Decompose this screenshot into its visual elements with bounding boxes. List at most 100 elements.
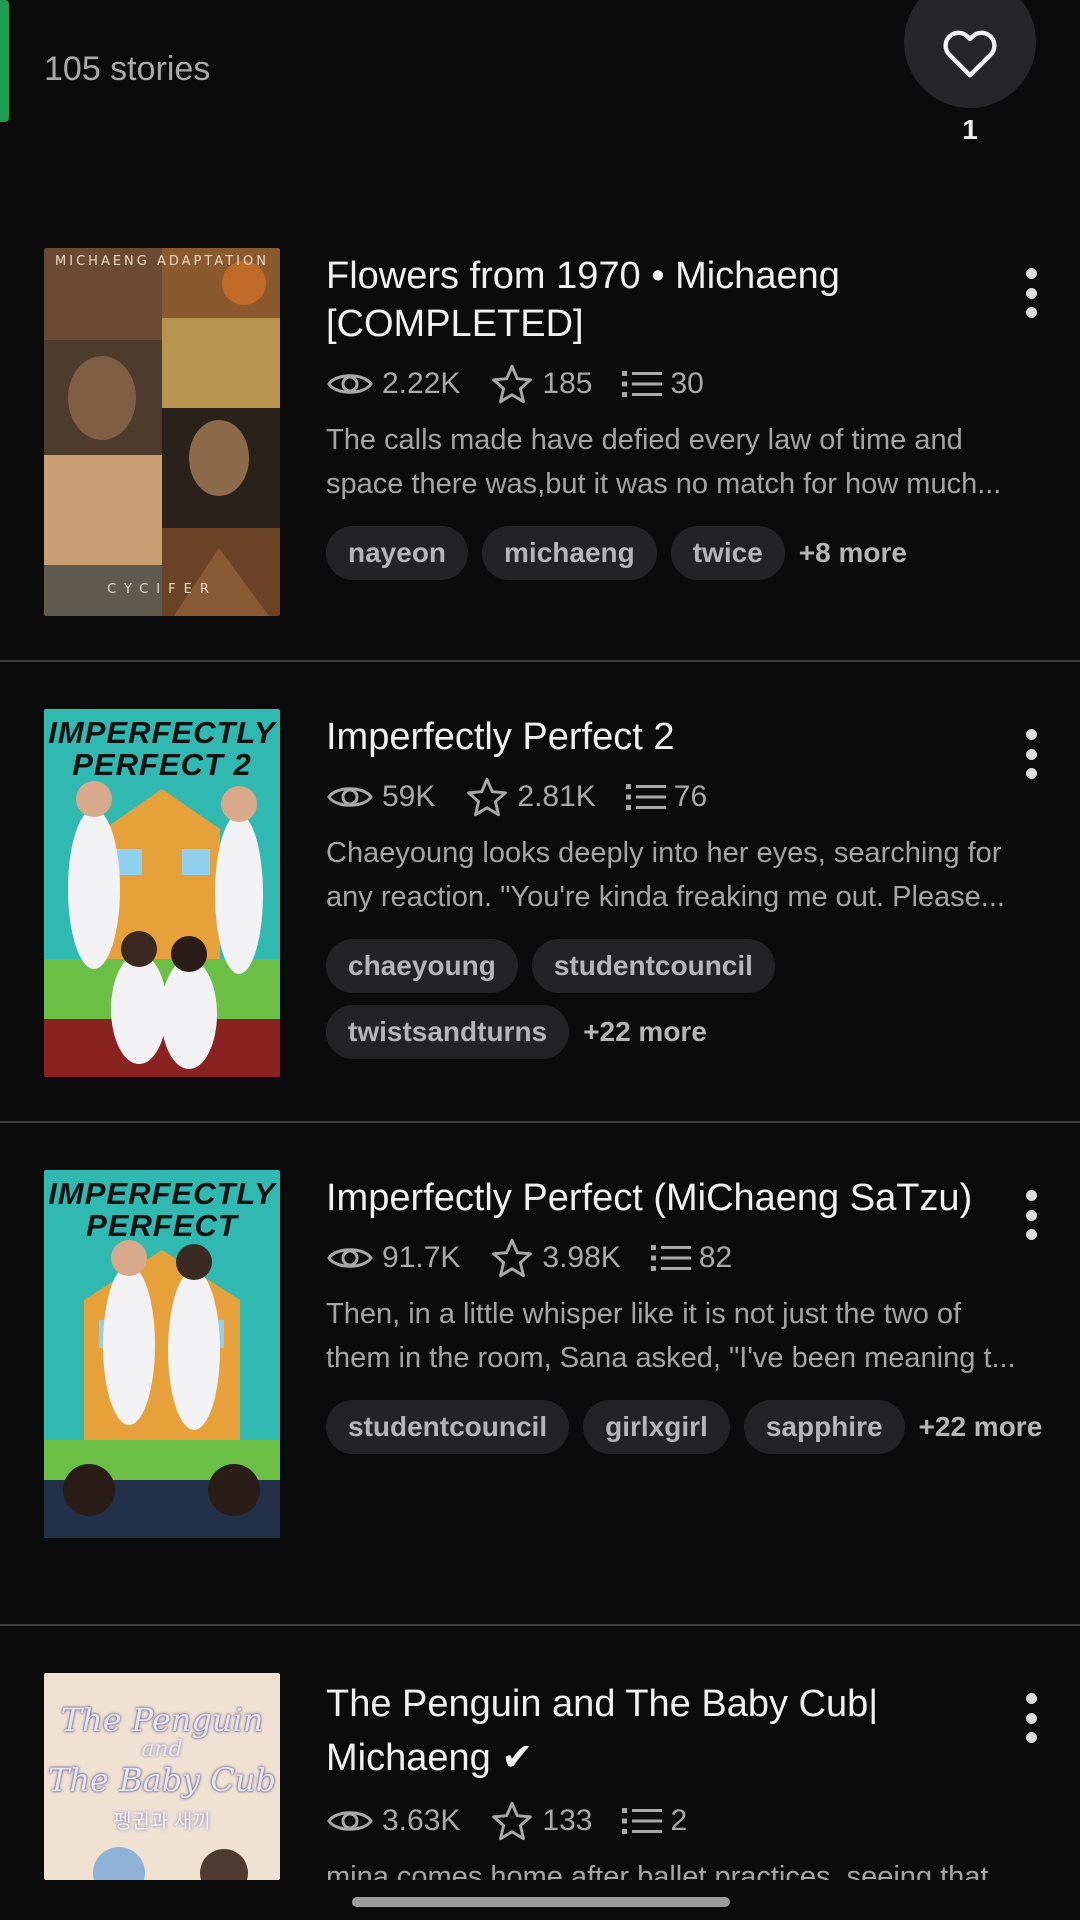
votes-count: 133: [542, 1804, 593, 1837]
votes-count: 185: [542, 367, 593, 400]
divider: [0, 1624, 1080, 1626]
list-icon: [622, 1808, 663, 1834]
parts-count: 30: [670, 367, 704, 400]
parts-stat: 2: [622, 1804, 687, 1838]
tag-chip[interactable]: girlxgirl: [583, 1400, 730, 1454]
eye-icon: [327, 374, 373, 394]
views-count: 91.7K: [382, 1241, 461, 1274]
tag-chip[interactable]: twice: [670, 526, 785, 580]
cover-title-line: IMPERFECTLY: [48, 1176, 276, 1211]
tag-chip[interactable]: michaeng: [482, 526, 657, 580]
cover-top-text: MICHAENG ADAPTATION: [55, 254, 269, 269]
story-stats: 59K 2.81K 76: [326, 775, 1036, 819]
list-icon: [622, 371, 663, 397]
story-title[interactable]: Flowers from 1970 • Michaeng [COMPLETED]: [326, 252, 1036, 348]
cover-title-line: The Baby Cub: [48, 1761, 276, 1799]
parts-stat: 76: [625, 780, 708, 814]
story-title[interactable]: The Penguin and The Baby Cub| Michaeng ✔: [326, 1677, 1036, 1785]
story-info: Imperfectly Perfect 2 59K 2.81K 76 Chaey…: [326, 709, 1036, 1071]
description-line: Then, in a little whisper like it is not…: [326, 1298, 962, 1330]
tag-chip[interactable]: twistsandturns: [326, 1005, 570, 1059]
cover-title-line: IMPERFECTLY: [48, 715, 276, 750]
star-icon: [492, 1801, 533, 1841]
story-info: Imperfectly Perfect (MiChaeng SaTzu) 91.…: [326, 1170, 1042, 1466]
story-count: 105 stories: [44, 50, 211, 88]
story-tags: chaeyoung studentcouncil twistsandturns …: [326, 939, 1046, 1071]
votes-stat: 185: [490, 363, 592, 405]
views-count: 2.22K: [382, 367, 461, 400]
star-icon: [467, 777, 508, 817]
votes-count: 3.98K: [542, 1241, 621, 1274]
story-description: Chaeyoung looks deeply into her eyes, se…: [326, 831, 1036, 919]
divider: [0, 660, 1080, 662]
list-icon: [625, 784, 666, 810]
more-vert-icon[interactable]: [1016, 729, 1046, 779]
description-line: The calls made have defied every law of …: [326, 424, 963, 456]
home-indicator[interactable]: [352, 1897, 730, 1907]
story-tags: nayeon michaeng twice +8 more: [326, 526, 1046, 592]
tag-chip[interactable]: studentcouncil: [326, 1400, 570, 1454]
tag-chip[interactable]: sapphire: [743, 1400, 905, 1454]
story-title[interactable]: Imperfectly Perfect 2: [326, 713, 1036, 761]
views-stat: 2.22K: [326, 367, 460, 401]
views-count: 3.63K: [382, 1804, 461, 1837]
story-cover[interactable]: IMPERFECTLY PERFECT 2: [44, 709, 280, 1077]
divider: [0, 1121, 1080, 1123]
heart-icon: [943, 30, 997, 78]
story-cover[interactable]: The Penguin and The Baby Cub 펭귄과 새끼: [44, 1673, 280, 1880]
like-count: 1: [962, 114, 978, 145]
parts-stat: 82: [650, 1241, 733, 1275]
views-stat: 3.63K: [326, 1804, 460, 1838]
votes-count: 2.81K: [517, 780, 596, 813]
story-stats: 3.63K 133 2: [326, 1799, 1036, 1843]
cover-bottom-text: CYCIFER: [107, 582, 217, 597]
votes-stat: 2.81K: [465, 776, 596, 818]
votes-stat: 133: [490, 1800, 592, 1842]
story-description: The calls made have defied every law of …: [326, 418, 1036, 506]
views-count: 59K: [382, 780, 436, 813]
like-control: 1: [904, 0, 1036, 146]
description-line: Chaeyoung looks deeply into her eyes, se…: [326, 837, 1002, 869]
parts-count: 2: [670, 1804, 688, 1837]
cover-title-line: PERFECT: [86, 1208, 238, 1243]
more-vert-icon[interactable]: [1016, 268, 1046, 318]
star-icon: [492, 1238, 533, 1278]
parts-count: 82: [698, 1241, 733, 1274]
more-vert-icon[interactable]: [1016, 1693, 1046, 1743]
more-tags-link[interactable]: +8 more: [799, 526, 907, 580]
cover-title-line: PERFECT 2: [72, 747, 252, 782]
more-tags-link[interactable]: +22 more: [583, 1005, 707, 1059]
description-line: space there was,but it was no match for …: [326, 468, 1002, 500]
more-tags-link[interactable]: +22 more: [919, 1400, 1043, 1454]
story-info: The Penguin and The Baby Cub| Michaeng ✔…: [326, 1673, 1036, 1899]
story-cover[interactable]: IMPERFECTLY PERFECT: [44, 1170, 280, 1538]
views-stat: 91.7K: [326, 1241, 460, 1275]
tag-chip[interactable]: nayeon: [326, 526, 469, 580]
description-line: them in the room, Sana asked, "I've been…: [326, 1342, 1016, 1374]
votes-stat: 3.98K: [490, 1237, 621, 1279]
story-stats: 2.22K 185 30: [326, 362, 1036, 406]
more-vert-icon[interactable]: [1016, 1190, 1046, 1240]
eye-icon: [327, 787, 373, 807]
cover-subtitle: 펭귄과 새끼: [113, 1811, 211, 1833]
cover-title-line: and: [141, 1737, 183, 1762]
description-line: any reaction. "You're kinda freaking me …: [326, 881, 1005, 913]
views-stat: 59K: [326, 780, 435, 814]
eye-icon: [327, 1811, 373, 1831]
story-stats: 91.7K 3.98K 82: [326, 1236, 1036, 1280]
story-cover[interactable]: MICHAENG ADAPTATION CYCIFER: [44, 248, 280, 616]
like-button[interactable]: [904, 0, 1036, 108]
cover-title-line: The Penguin: [60, 1701, 264, 1739]
eye-icon: [327, 1248, 373, 1268]
parts-count: 76: [673, 780, 708, 813]
parts-stat: 30: [622, 367, 704, 401]
tag-chip[interactable]: chaeyoung: [326, 939, 518, 993]
story-info: Flowers from 1970 • Michaeng [COMPLETED]…: [326, 248, 1036, 592]
story-tags: studentcouncil girlxgirl sapphire +22 mo…: [326, 1400, 1046, 1466]
tag-chip[interactable]: studentcouncil: [531, 939, 775, 993]
story-list-page: 105 stories 1 MICHAENG ADAPTATION CYCIFE…: [0, 0, 1080, 1920]
accent-strip: [0, 0, 9, 122]
story-title[interactable]: Imperfectly Perfect (MiChaeng SaTzu): [326, 1174, 1036, 1222]
story-description: Then, in a little whisper like it is not…: [326, 1292, 1036, 1380]
star-icon: [492, 364, 533, 404]
